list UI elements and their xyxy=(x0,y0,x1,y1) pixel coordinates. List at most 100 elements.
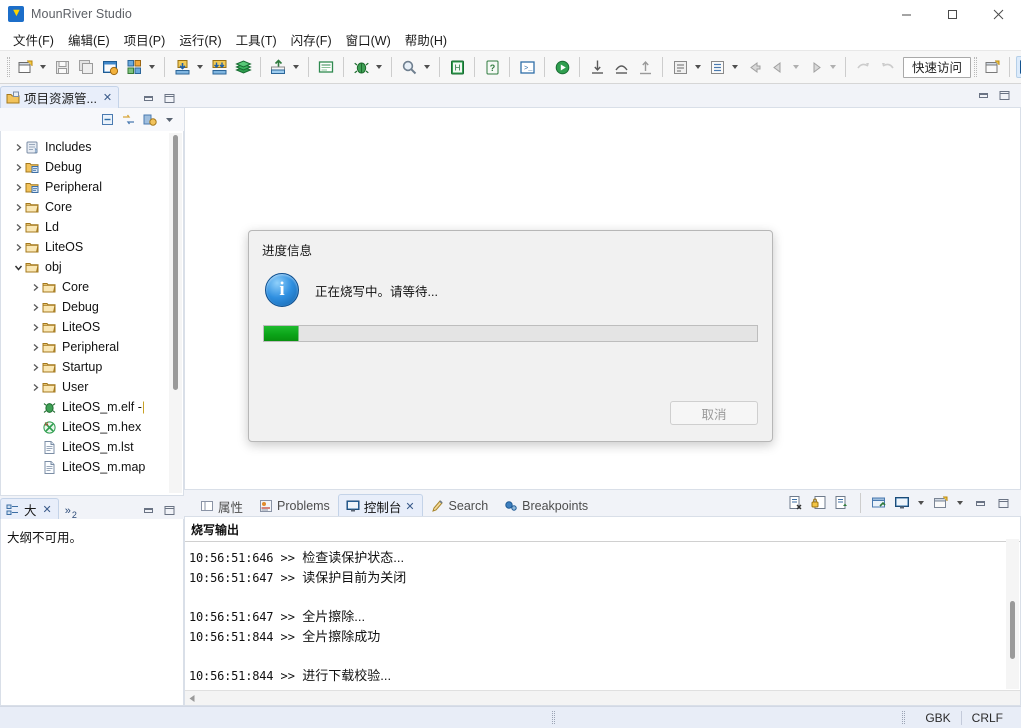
scroll-left-arrow-icon[interactable] xyxy=(185,694,200,703)
chevron-right-icon[interactable] xyxy=(28,283,42,292)
scroll-lock-icon[interactable] xyxy=(832,493,852,513)
view-options-icon[interactable] xyxy=(142,112,157,127)
format-chevron-down-icon[interactable] xyxy=(729,56,740,78)
minimize-icon[interactable] xyxy=(142,92,155,105)
display-console-chevron-icon[interactable] xyxy=(915,492,926,514)
next-icon[interactable] xyxy=(804,56,826,78)
lock-scroll-icon[interactable] xyxy=(809,493,829,513)
menu-item-flash[interactable]: 闪存(F) xyxy=(284,27,339,52)
download-all-icon[interactable] xyxy=(208,56,230,78)
menu-item-window[interactable]: 窗口(W) xyxy=(339,27,398,52)
maximize-icon[interactable] xyxy=(998,89,1011,102)
step-over-icon[interactable] xyxy=(610,56,632,78)
open-archive-icon[interactable] xyxy=(267,56,289,78)
help-icon[interactable]: ? xyxy=(481,56,503,78)
step-return-icon[interactable] xyxy=(634,56,656,78)
minimize-icon[interactable] xyxy=(970,493,990,513)
chevron-right-icon[interactable] xyxy=(11,203,25,212)
menu-item-tools[interactable]: 工具(T) xyxy=(229,27,284,52)
chevron-right-icon[interactable] xyxy=(28,343,42,352)
tree-item[interactable]: HLiteOS_m.hex xyxy=(1,417,183,437)
minimize-icon[interactable] xyxy=(883,0,929,28)
search-chevron-down-icon[interactable] xyxy=(421,56,432,78)
build-config-icon[interactable] xyxy=(99,56,121,78)
menu-item-project[interactable]: 项目(P) xyxy=(117,27,173,52)
download-chevron-down-icon[interactable] xyxy=(194,56,205,78)
run-icon[interactable] xyxy=(551,56,573,78)
tree-item[interactable]: LiteOS xyxy=(1,237,183,257)
chevron-right-icon[interactable] xyxy=(28,323,42,332)
chevron-right-icon[interactable] xyxy=(28,383,42,392)
save-icon[interactable] xyxy=(51,56,73,78)
debug-chevron-down-icon[interactable] xyxy=(373,56,384,78)
maximize-icon[interactable] xyxy=(993,493,1013,513)
tree-item[interactable]: Startup xyxy=(1,357,183,377)
chevron-right-icon[interactable] xyxy=(11,183,25,192)
back-icon[interactable] xyxy=(743,56,765,78)
console-hscrollbar[interactable] xyxy=(185,690,1020,705)
scrollbar-thumb[interactable] xyxy=(1010,601,1015,659)
library-icon[interactable] xyxy=(232,56,254,78)
minimize-icon[interactable] xyxy=(142,504,155,517)
next-chevron-down-icon[interactable] xyxy=(827,56,838,78)
perspective-mounriver-icon[interactable]: ▼ xyxy=(1016,56,1021,78)
tab-search[interactable]: Search xyxy=(423,494,497,517)
open-archive-chevron-down-icon[interactable] xyxy=(290,56,301,78)
tab-problems[interactable]: Problems xyxy=(251,494,338,517)
download-icon[interactable] xyxy=(171,56,193,78)
cancel-button[interactable]: 取消 xyxy=(670,401,758,425)
tree-item[interactable]: User xyxy=(1,377,183,397)
new-window-icon[interactable] xyxy=(981,56,1003,78)
tab-project-explorer[interactable]: 项目资源管... ✕ xyxy=(0,86,119,108)
tree-item[interactable]: Peripheral xyxy=(1,337,183,357)
close-icon[interactable]: ✕ xyxy=(405,500,414,513)
menu-item-run[interactable]: 运行(R) xyxy=(172,27,228,52)
undo-icon[interactable] xyxy=(852,56,874,78)
menu-item-help[interactable]: 帮助(H) xyxy=(398,27,454,52)
tree-item[interactable]: Debug xyxy=(1,157,183,177)
tab-console[interactable]: 控制台 ✕ xyxy=(338,494,423,517)
menu-item-file[interactable]: 文件(F) xyxy=(6,27,61,52)
minimize-icon[interactable] xyxy=(977,89,990,102)
tab-outline[interactable]: 大 ✕ xyxy=(0,498,59,520)
maximize-icon[interactable] xyxy=(163,92,176,105)
quick-access-field[interactable]: 快速访问 xyxy=(903,57,971,78)
toolbar-grip[interactable] xyxy=(974,57,977,77)
pin-console-icon[interactable] xyxy=(869,493,889,513)
save-all-icon[interactable] xyxy=(75,56,97,78)
tree-item[interactable]: LiteOS_m.lst xyxy=(1,437,183,457)
view-menu-chevron-icon[interactable] xyxy=(163,113,176,126)
format-icon[interactable] xyxy=(706,56,728,78)
indent-chevron-down-icon[interactable] xyxy=(692,56,703,78)
chevron-right-icon[interactable] xyxy=(11,143,25,152)
line-ending-indicator[interactable]: CRLF xyxy=(962,711,1013,725)
tree-item[interactable]: Peripheral xyxy=(1,177,183,197)
chevron-down-icon[interactable] xyxy=(11,263,25,272)
step-into-icon[interactable] xyxy=(586,56,608,78)
console-output[interactable]: 10:56:51:646 >> 检查读保护状态...10:56:51:647 >… xyxy=(185,542,1020,690)
tab-breakpoints[interactable]: Breakpoints xyxy=(496,494,596,517)
menu-item-edit[interactable]: 编辑(E) xyxy=(61,27,117,52)
new-file-icon[interactable] xyxy=(14,56,36,78)
open-console-icon[interactable] xyxy=(931,493,951,513)
tree-item[interactable]: Ld xyxy=(1,217,183,237)
tree-item[interactable]: LiteOS_m.elf - | xyxy=(1,397,183,417)
tab-overflow-indicator[interactable]: » 2 xyxy=(59,505,81,519)
tree-item[interactable]: obj xyxy=(1,257,183,277)
display-console-icon[interactable] xyxy=(892,493,912,513)
tab-properties[interactable]: 属性 xyxy=(192,494,251,517)
collapse-all-icon[interactable] xyxy=(100,112,115,127)
search-icon[interactable] xyxy=(398,56,420,78)
link-with-editor-icon[interactable] xyxy=(121,112,136,127)
tree-item[interactable]: Core xyxy=(1,277,183,297)
open-console-chevron-icon[interactable] xyxy=(954,492,965,514)
terminal-window-icon[interactable] xyxy=(315,56,337,78)
maximize-icon[interactable] xyxy=(929,0,975,28)
clear-console-icon[interactable] xyxy=(786,493,806,513)
toolbar-grip[interactable] xyxy=(7,57,10,77)
tree-item[interactable]: hIncludes xyxy=(1,137,183,157)
close-icon[interactable] xyxy=(975,0,1021,28)
new-file-chevron-down-icon[interactable] xyxy=(37,56,48,78)
flash-download-icon[interactable]: H xyxy=(446,56,468,78)
tree-item[interactable]: LiteOS_m.map xyxy=(1,457,183,477)
